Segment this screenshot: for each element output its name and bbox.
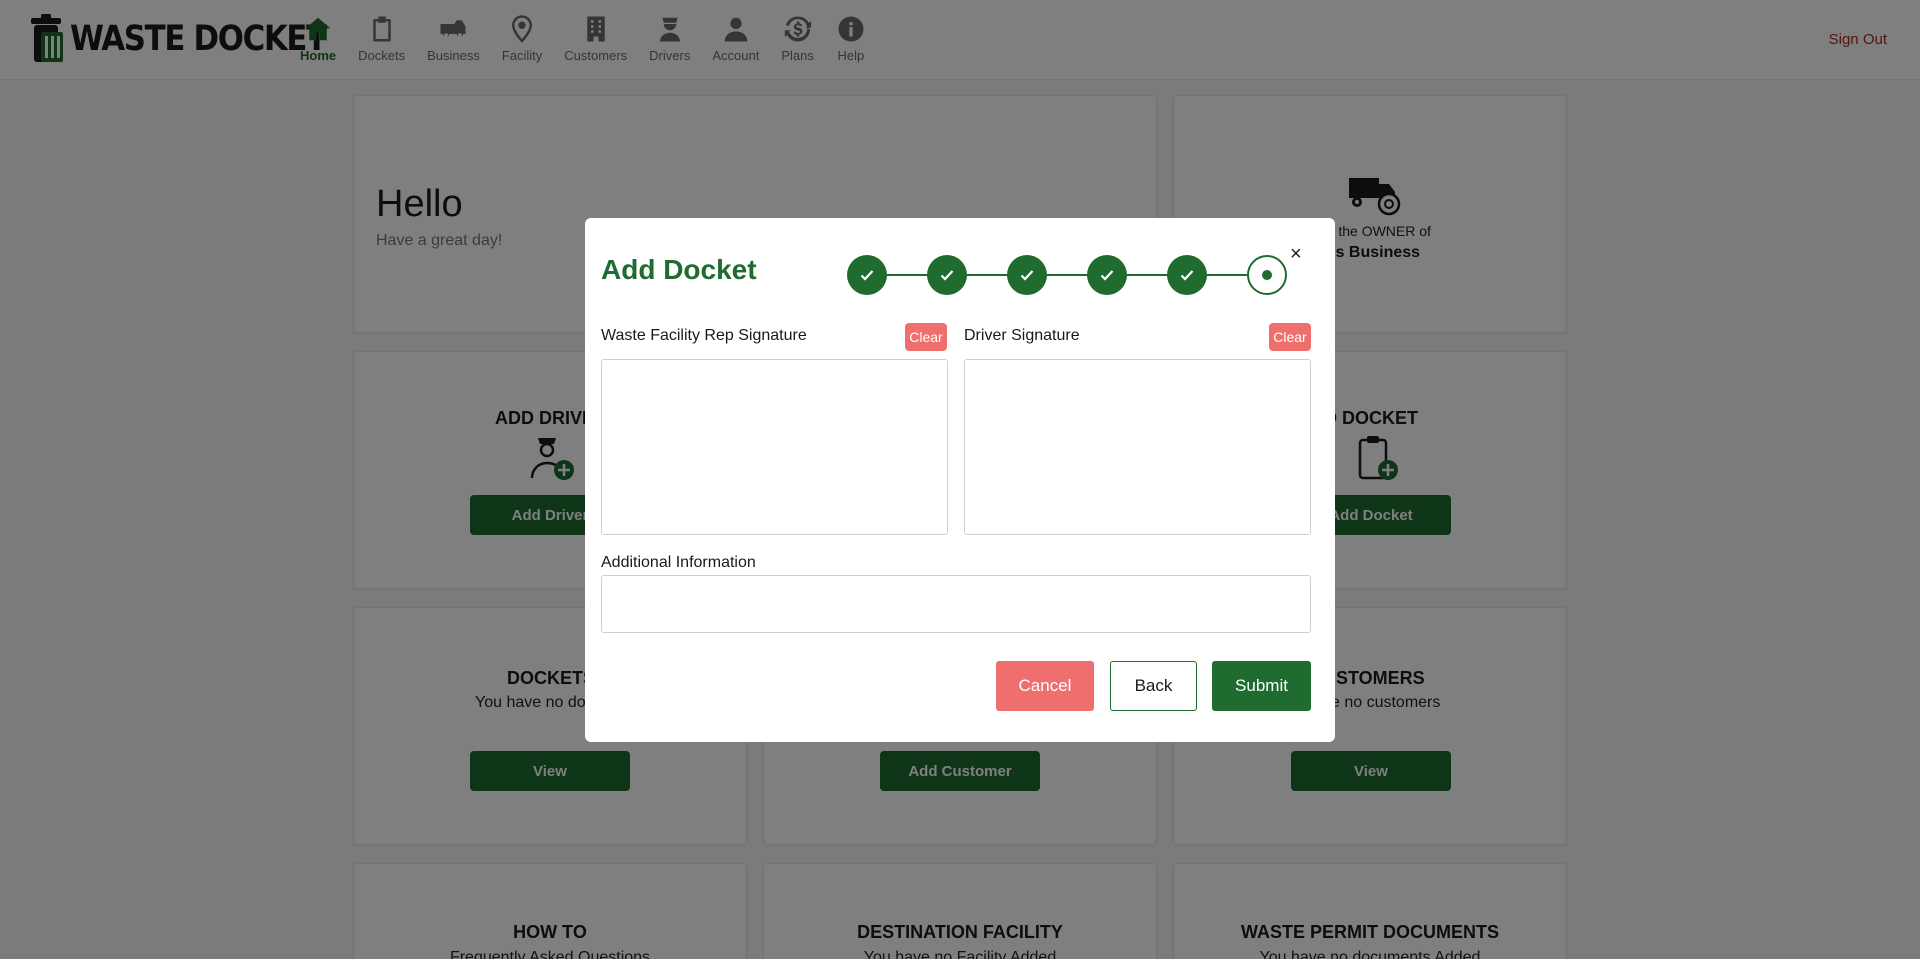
step-1-complete[interactable] xyxy=(847,255,887,295)
step-3-complete[interactable] xyxy=(1007,255,1047,295)
submit-button[interactable]: Submit xyxy=(1212,661,1311,711)
checkmark-icon xyxy=(1020,270,1034,281)
step-6-current[interactable] xyxy=(1247,255,1287,295)
cancel-button[interactable]: Cancel xyxy=(996,661,1094,711)
checkmark-icon xyxy=(860,270,874,281)
facility-signature-label: Waste Facility Rep Signature xyxy=(601,327,807,344)
step-4-complete[interactable] xyxy=(1087,255,1127,295)
checkmark-icon xyxy=(1100,270,1114,281)
driver-signature-label: Driver Signature xyxy=(964,327,1080,344)
checkmark-icon xyxy=(940,270,954,281)
clear-driver-signature-button[interactable]: Clear xyxy=(1269,323,1311,351)
step-2-complete[interactable] xyxy=(927,255,967,295)
facility-signature-pad[interactable] xyxy=(601,359,948,535)
driver-signature-pad[interactable] xyxy=(964,359,1311,535)
additional-info-input[interactable] xyxy=(601,575,1311,633)
add-docket-modal: Add Docket × Waste Facility Rep Signatur… xyxy=(585,218,1335,742)
back-button[interactable]: Back xyxy=(1110,661,1197,711)
current-step-dot xyxy=(1262,270,1272,280)
progress-stepper xyxy=(847,255,1287,295)
clear-facility-signature-button[interactable]: Clear xyxy=(905,323,947,351)
checkmark-icon xyxy=(1180,270,1194,281)
modal-title: Add Docket xyxy=(601,254,757,285)
additional-info-label: Additional Information xyxy=(601,554,756,571)
step-5-complete[interactable] xyxy=(1167,255,1207,295)
close-modal-button[interactable]: × xyxy=(1290,244,1302,264)
